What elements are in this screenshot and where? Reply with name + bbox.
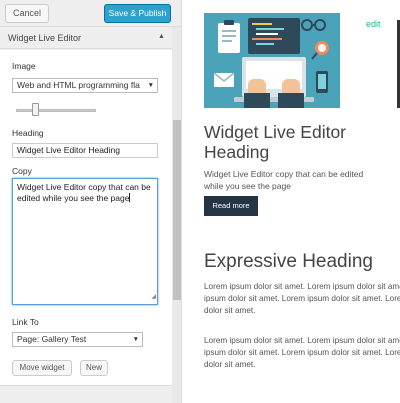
save-publish-button[interactable]: Save & Publish: [104, 4, 171, 23]
slider-handle[interactable]: [32, 103, 39, 116]
hero-image: [204, 13, 340, 108]
edit-link[interactable]: edit: [366, 19, 381, 29]
link-to-select[interactable]: Page: Gallery Test ▼: [12, 332, 143, 347]
new-button[interactable]: New: [80, 360, 108, 376]
copy-label: Copy: [12, 166, 32, 176]
image-select[interactable]: Web and HTML programming fla ▼: [12, 78, 158, 93]
triangle-down-icon: ▼: [130, 333, 139, 346]
widget-header[interactable]: Widget Live Editor ▲: [0, 27, 172, 49]
triangle-down-icon: ▼: [145, 79, 154, 92]
read-more-button[interactable]: Read more: [204, 196, 258, 216]
copy-textarea[interactable]: Widget Live Editor copy that can be edit…: [12, 178, 158, 305]
customizer-topbar: Cancel Save & Publish: [0, 0, 181, 27]
scrollbar-thumb[interactable]: [173, 120, 181, 300]
resize-grip-icon[interactable]: ◢: [151, 292, 156, 303]
expressive-heading: Expressive Heading: [204, 251, 373, 272]
move-widget-button[interactable]: Move widget: [12, 360, 72, 376]
heading-label: Heading: [12, 128, 44, 138]
panel-scrollbar[interactable]: [172, 27, 181, 403]
laptop-workspace-illustration: [204, 13, 340, 108]
customizer-window: Cancel Save & Publish Widget Live Editor…: [0, 0, 400, 403]
preview-heading: Widget Live Editor Heading: [204, 122, 347, 162]
text-cursor: [129, 193, 131, 202]
lorem-paragraph-1: Lorem ipsum dolor sit amet. Lorem ipsum …: [204, 282, 400, 315]
image-size-slider[interactable]: [16, 109, 96, 112]
copy-text: Widget Live Editor copy that can be edit…: [17, 182, 151, 203]
lorem-paragraph-2: Lorem ipsum dolor sit amet. Lorem ipsum …: [204, 336, 400, 369]
heading-input[interactable]: Widget Live Editor Heading: [12, 143, 158, 158]
widget-title: Widget Live Editor: [8, 33, 82, 43]
image-select-value: Web and HTML programming fla: [17, 80, 140, 90]
customizer-panel: Cancel Save & Publish Widget Live Editor…: [0, 0, 182, 403]
link-to-label: Link To: [12, 317, 39, 327]
preview-copy: Widget Live Editor copy that can be edit…: [204, 169, 364, 191]
cancel-button[interactable]: Cancel: [5, 4, 49, 23]
caret-up-icon[interactable]: ▲: [158, 33, 165, 40]
link-to-value: Page: Gallery Test: [17, 334, 87, 344]
site-preview: edit Widget Live Editor Heading Widget L…: [183, 0, 400, 403]
image-label: Image: [12, 61, 36, 71]
widget-form: Image Web and HTML programming fla ▼ Hea…: [0, 50, 172, 386]
